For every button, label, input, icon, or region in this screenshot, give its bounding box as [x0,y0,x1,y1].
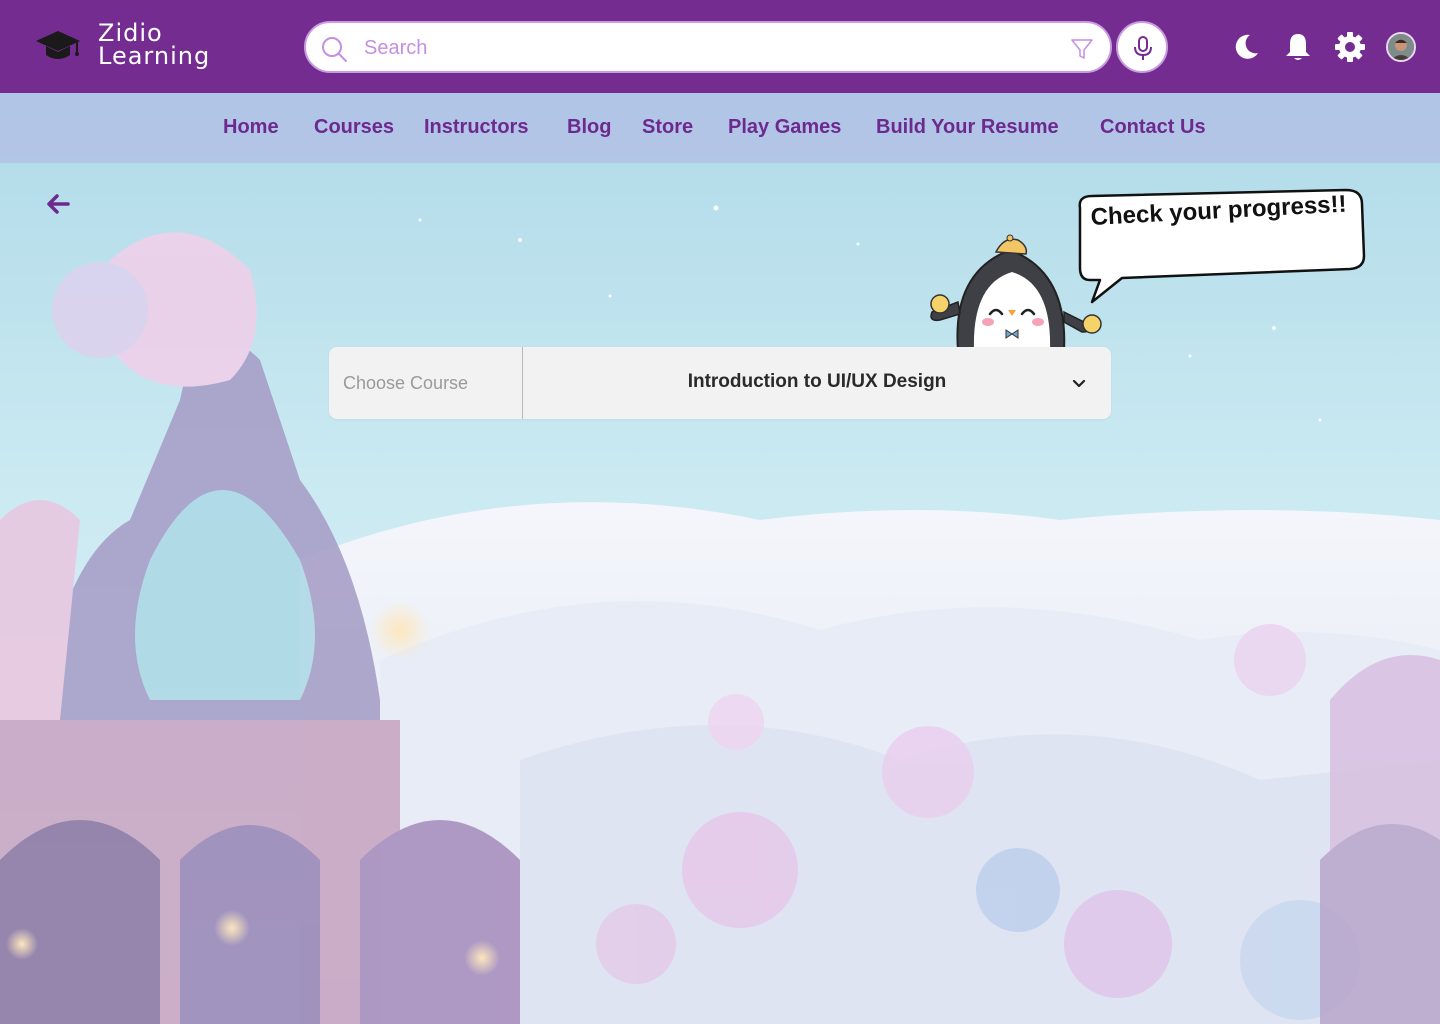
brand-line-2: Learning [98,42,211,70]
nav-blog[interactable]: Blog [567,116,611,139]
course-selector[interactable]: Choose Course Introduction to UI/UX Desi… [329,347,1111,419]
nav-build-your-resume[interactable]: Build Your Resume [876,116,1059,139]
brand-logo[interactable]: Zidio Learning [34,21,211,70]
back-arrow-icon[interactable] [44,190,72,218]
nav-instructors[interactable]: Instructors [424,116,528,139]
nav-play-games[interactable]: Play Games [728,116,841,139]
nav-contact-us[interactable]: Contact Us [1100,116,1206,139]
course-selector-label: Choose Course [329,347,523,419]
course-dropdown[interactable]: Introduction to UI/UX Design [523,347,1111,419]
search-bar [304,21,1112,73]
microphone-icon [1134,36,1152,60]
graduation-cap-icon [36,31,80,59]
selected-course: Introduction to UI/UX Design [687,371,947,392]
nav-home[interactable]: Home [223,116,279,139]
nav-store[interactable]: Store [642,116,693,139]
bell-icon[interactable] [1282,31,1314,63]
nav-courses[interactable]: Courses [314,116,394,139]
gear-icon[interactable] [1334,31,1366,63]
filter-icon[interactable] [1070,37,1094,61]
brand-name: Zidio Learning [98,21,211,70]
search-icon[interactable] [320,35,348,63]
search-input[interactable] [362,32,1046,64]
user-photo-icon [1388,34,1414,60]
main-nav: Home Courses Instructors Blog Store Play… [0,93,1440,163]
moon-icon[interactable] [1230,31,1262,63]
avatar[interactable] [1386,32,1416,62]
chevron-down-icon [1072,379,1086,388]
voice-search-button[interactable] [1116,21,1168,73]
top-header: Zidio Learning [0,0,1440,93]
